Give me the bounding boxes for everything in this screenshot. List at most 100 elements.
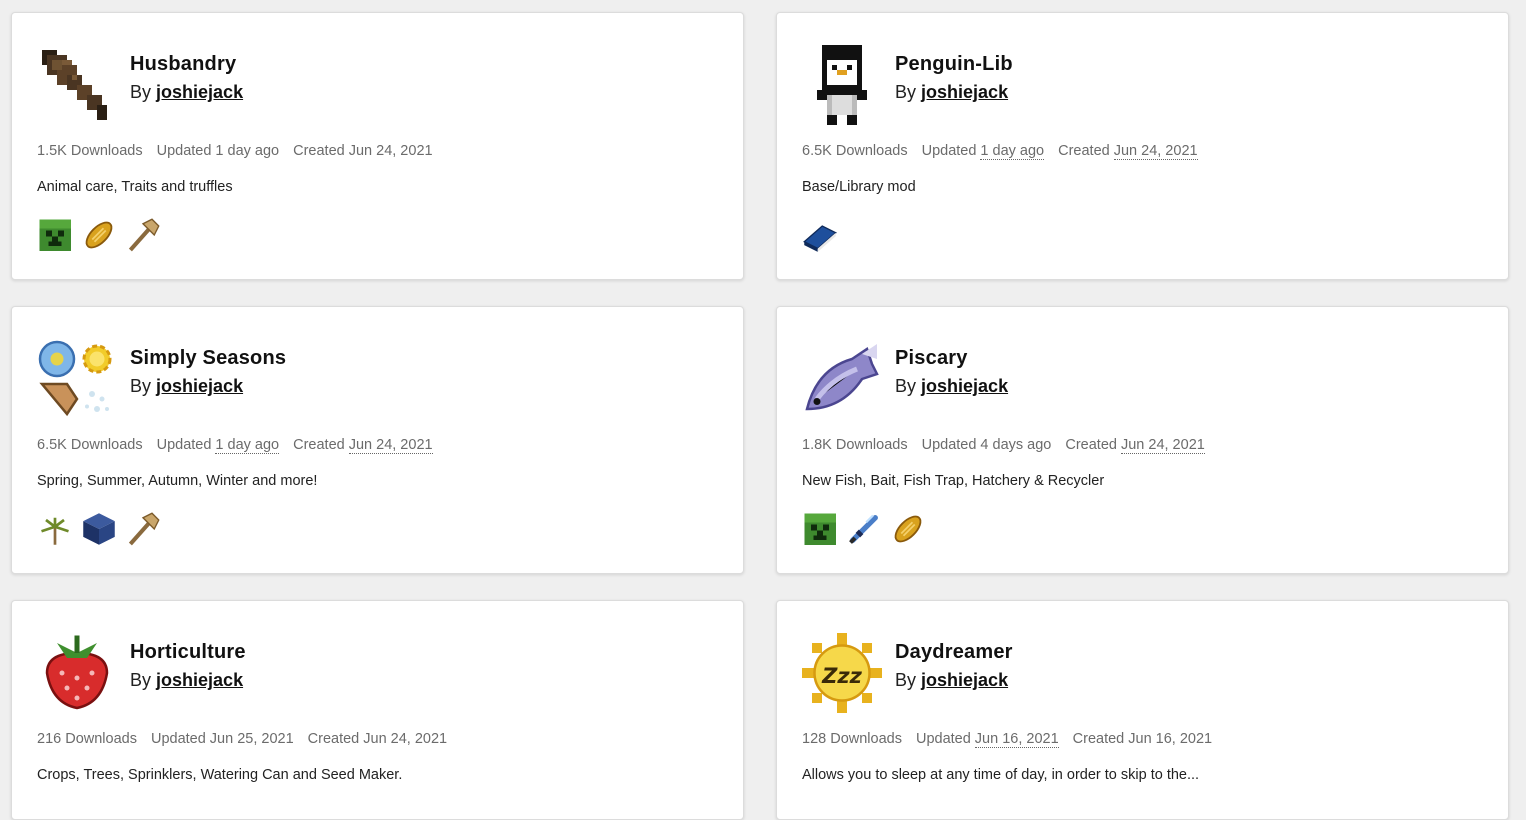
strawberry-icon[interactable] — [37, 633, 117, 713]
byline: By joshiejack — [895, 376, 1008, 397]
created-info: Created Jun 24, 2021 — [293, 437, 433, 454]
updated-info: Updated Jun 16, 2021 — [915, 731, 1059, 748]
mod-stats: 216 Downloads Updated Jun 25, 2021 Created J… — [37, 731, 461, 747]
by-label: By — [895, 82, 917, 102]
byline: By joshiejack — [130, 670, 243, 691]
sword-icon[interactable] — [846, 511, 882, 547]
updated-label: Updated — [921, 143, 977, 159]
created-date: Jun 24, 2021 — [348, 143, 433, 159]
updated-info: Updated 1 day ago — [921, 143, 1045, 160]
mod-stats: 1.5K Downloads Updated 1 day ago Created Jun… — [37, 143, 447, 159]
hammer-icon[interactable] — [125, 217, 161, 253]
creeper-icon[interactable] — [802, 511, 838, 547]
by-label: By — [895, 670, 917, 690]
mod-stats: 6.5K Downloads Updated 1 day ago Created Jun… — [802, 143, 1212, 160]
updated-date: 4 days ago — [980, 437, 1052, 453]
created-label: Created — [293, 437, 345, 453]
brush-icon[interactable] — [37, 45, 117, 125]
updated-date: Jun 25, 2021 — [209, 731, 294, 747]
download-count: 216 Downloads — [37, 731, 137, 747]
mod-title[interactable]: Piscary — [895, 347, 968, 370]
created-label: Created — [293, 143, 345, 159]
byline: By joshiejack — [895, 670, 1008, 691]
mod-card-piscary[interactable]: Piscary By joshiejack 1.8K Downloads Upda… — [776, 306, 1509, 574]
updated-date: 1 day ago — [215, 143, 280, 159]
updated-label: Updated — [156, 143, 212, 159]
category-list — [802, 217, 838, 257]
updated-label: Updated — [156, 437, 212, 453]
download-count: 6.5K Downloads — [37, 437, 143, 453]
created-info: Created Jun 16, 2021 — [1073, 731, 1212, 747]
created-label: Created — [1065, 437, 1117, 453]
by-label: By — [895, 376, 917, 396]
seasons-icon[interactable] — [37, 339, 117, 419]
mod-stats: 128 Downloads Updated Jun 16, 2021 Created J… — [802, 731, 1226, 748]
byline: By joshiejack — [130, 376, 243, 397]
mod-title[interactable]: Horticulture — [130, 641, 246, 664]
updated-date: 1 day ago — [215, 437, 280, 454]
mod-title[interactable]: Husbandry — [130, 53, 236, 76]
updated-info: Updated 1 day ago — [156, 437, 280, 454]
bread-icon[interactable] — [81, 217, 117, 253]
byline: By joshiejack — [130, 82, 243, 103]
updated-label: Updated — [915, 731, 971, 747]
created-label: Created — [1072, 731, 1125, 747]
sleeping-sun-icon[interactable]: Zzz — [802, 633, 882, 713]
updated-label: Updated — [150, 731, 206, 747]
mod-card-horticulture[interactable]: Horticulture By joshiejack 216 Downloads… — [11, 600, 744, 820]
book-icon[interactable] — [802, 217, 838, 253]
mod-title[interactable]: Penguin-Lib — [895, 53, 1013, 76]
author-link[interactable]: joshiejack — [156, 376, 243, 396]
author-link[interactable]: joshiejack — [156, 670, 243, 690]
creeper-icon[interactable] — [37, 217, 73, 253]
created-info: Created Jun 24, 2021 — [1058, 143, 1198, 160]
author-link[interactable]: joshiejack — [921, 670, 1008, 690]
updated-info: Updated 4 days ago — [922, 437, 1052, 453]
category-list — [37, 511, 161, 551]
author-link[interactable]: joshiejack — [156, 82, 243, 102]
mod-title[interactable]: Daydreamer — [895, 641, 1013, 664]
updated-date: 1 day ago — [980, 143, 1045, 160]
created-date: Jun 24, 2021 — [1120, 437, 1205, 454]
updated-date: Jun 16, 2021 — [974, 731, 1059, 748]
mod-title[interactable]: Simply Seasons — [130, 347, 286, 370]
mod-description: Crops, Trees, Sprinklers, Watering Can a… — [37, 767, 403, 783]
mod-card-husbandry[interactable]: Husbandry By joshiejack 1.5K Downloads Up… — [11, 12, 744, 280]
mod-description: New Fish, Bait, Fish Trap, Hatchery & Re… — [802, 473, 1105, 489]
palm-icon[interactable] — [37, 511, 73, 547]
mod-stats: 6.5K Downloads Updated 1 day ago Created Jun… — [37, 437, 447, 454]
created-date: Jun 24, 2021 — [348, 437, 433, 454]
mod-card-simply-seasons[interactable]: Simply Seasons By joshiejack 6.5K Downlo… — [11, 306, 744, 574]
download-count: 6.5K Downloads — [802, 143, 908, 159]
penguin-icon[interactable] — [802, 45, 882, 125]
block-icon[interactable] — [81, 511, 117, 547]
author-link[interactable]: joshiejack — [921, 376, 1008, 396]
created-info: Created Jun 24, 2021 — [308, 731, 447, 747]
mod-description: Base/Library mod — [802, 179, 916, 195]
svg-text:Zzz: Zzz — [821, 664, 862, 688]
byline: By joshiejack — [895, 82, 1008, 103]
mod-description: Spring, Summer, Autumn, Winter and more! — [37, 473, 318, 489]
created-date: Jun 24, 2021 — [363, 731, 448, 747]
created-date: Jun 16, 2021 — [1128, 731, 1213, 747]
bread-icon[interactable] — [890, 511, 926, 547]
download-count: 1.8K Downloads — [802, 437, 908, 453]
author-link[interactable]: joshiejack — [921, 82, 1008, 102]
by-label: By — [130, 82, 152, 102]
by-label: By — [130, 670, 152, 690]
fish-icon[interactable] — [802, 339, 882, 419]
created-date: Jun 24, 2021 — [1113, 143, 1198, 160]
created-info: Created Jun 24, 2021 — [293, 143, 432, 159]
created-label: Created — [1058, 143, 1110, 159]
category-list — [37, 217, 161, 257]
download-count: 128 Downloads — [802, 731, 902, 747]
created-label: Created — [307, 731, 360, 747]
hammer-icon[interactable] — [125, 511, 161, 547]
by-label: By — [130, 376, 152, 396]
mod-stats: 1.8K Downloads Updated 4 days ago Created Ju… — [802, 437, 1219, 454]
updated-info: Updated 1 day ago — [157, 143, 280, 159]
mod-description: Allows you to sleep at any time of day, … — [802, 767, 1200, 783]
mod-card-penguin-lib[interactable]: Penguin-Lib By joshiejack 6.5K Downloads… — [776, 12, 1509, 280]
mod-description: Animal care, Traits and truffles — [37, 179, 233, 195]
mod-card-daydreamer[interactable]: Zzz Daydreamer By joshiejack 128 Downloa… — [776, 600, 1509, 820]
